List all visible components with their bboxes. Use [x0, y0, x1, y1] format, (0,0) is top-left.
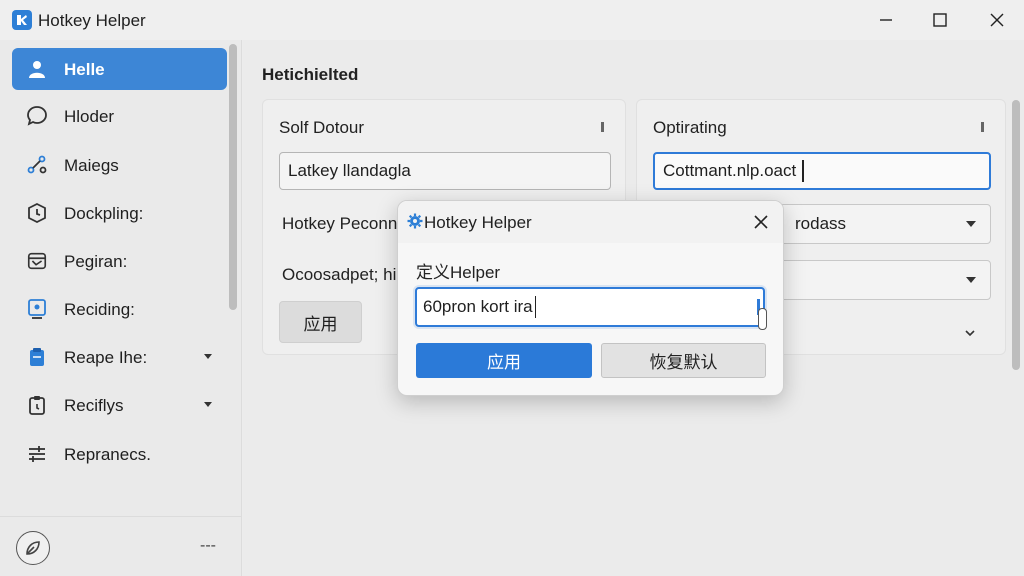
sidebar-item-label: Reciding:: [64, 300, 135, 319]
sidebar-item-repranecs[interactable]: Repranecs.: [12, 433, 227, 475]
dialog-header: Hotkey Helper: [398, 201, 783, 243]
sidebar-item-label: Repranecs.: [64, 445, 151, 464]
sidebar-item-reciding[interactable]: Reciding:: [12, 288, 227, 330]
package-icon: [26, 250, 48, 272]
title-bar: Hotkey Helper: [0, 0, 1024, 40]
hotkey-dialog: Hotkey Helper 定义Helper 60pron kort ira 应…: [397, 200, 784, 396]
apply-button[interactable]: 应用: [279, 301, 362, 343]
avatar[interactable]: [16, 531, 50, 565]
gear-icon: [407, 213, 423, 229]
leaf-icon: [26, 541, 40, 555]
text-caret: [802, 160, 804, 182]
close-icon: [754, 215, 768, 229]
dialog-hotkey-input[interactable]: 60pron kort ira: [415, 287, 765, 327]
card-menu-icon[interactable]: [981, 122, 984, 132]
hotkey-name-field[interactable]: Latkey llandagla: [279, 152, 611, 190]
chat-bubble-icon: [26, 105, 48, 127]
card-menu-icon[interactable]: [601, 122, 604, 132]
timer-icon: [26, 202, 48, 224]
dialog-close-button[interactable]: [750, 211, 772, 233]
close-icon: [990, 13, 1004, 27]
sidebar-item-hloder[interactable]: Hloder: [12, 95, 227, 137]
minimize-icon: [880, 19, 892, 21]
share-icon: [26, 154, 48, 176]
app-title: Hotkey Helper: [38, 11, 146, 30]
sidebar-item-label: Reciflys: [64, 396, 124, 415]
row-label: Hotkey Peconn: [282, 214, 398, 233]
row-label: Ocoosadpet; hi: [282, 265, 397, 284]
sidebar-item-label: Helle: [64, 60, 105, 79]
minimize-button[interactable]: [872, 8, 900, 32]
monitor-icon: [26, 298, 48, 320]
chevron-down-icon: [966, 277, 976, 283]
user-icon: [26, 58, 48, 80]
chevron-down-icon[interactable]: [200, 396, 216, 412]
sidebar-item-label: Pegiran:: [64, 252, 128, 271]
clipboard-clock-icon: [26, 394, 48, 416]
maximize-button[interactable]: [926, 8, 954, 32]
chevron-down-icon[interactable]: [964, 324, 976, 342]
text-caret: [534, 296, 537, 318]
sidebar-item-reape-ihe[interactable]: Reape Ihe:: [12, 336, 227, 378]
close-window-button[interactable]: [983, 8, 1011, 32]
app-logo-icon: [12, 10, 32, 30]
sidebar-item-helle[interactable]: Helle: [12, 48, 227, 90]
main-scrollbar[interactable]: [1012, 100, 1020, 370]
card-title: Solf Dotour: [279, 118, 365, 137]
sidebar: Helle Hloder Maiegs Dockpling: Pegiran: …: [0, 40, 242, 576]
chevron-down-icon: [966, 221, 976, 227]
sidebar-footer: ---: [0, 516, 242, 576]
sidebar-item-reciflys[interactable]: Reciflys: [12, 384, 227, 426]
sidebar-item-maiegs[interactable]: Maiegs: [12, 144, 227, 186]
dialog-reset-button[interactable]: 恢复默认: [601, 343, 766, 378]
dialog-title: Hotkey Helper: [424, 213, 532, 232]
clipboard-icon: [26, 346, 48, 368]
sidebar-item-pegiran[interactable]: Pegiran:: [12, 240, 227, 282]
sidebar-item-label: Hloder: [64, 107, 115, 126]
sidebar-item-dockpling[interactable]: Dockpling:: [12, 192, 227, 234]
dialog-apply-button[interactable]: 应用: [416, 343, 592, 378]
dialog-field-label: 定义Helper: [416, 263, 501, 282]
sliders-icon: [26, 443, 48, 465]
chevron-down-icon[interactable]: [200, 348, 216, 364]
sidebar-item-label: Maiegs: [64, 156, 119, 175]
card-title: Optirating: [653, 118, 727, 137]
command-field[interactable]: Cottmant.nlp.oact: [653, 152, 991, 190]
maximize-icon: [933, 13, 947, 27]
sidebar-item-label: Dockpling:: [64, 204, 144, 223]
dialog-scroll-handle[interactable]: [758, 308, 767, 330]
sidebar-item-label: Reape Ihe:: [64, 348, 148, 367]
footer-more[interactable]: ---: [200, 537, 216, 555]
sidebar-scrollbar[interactable]: [229, 44, 237, 310]
page-title: Hetichielted: [262, 65, 359, 84]
